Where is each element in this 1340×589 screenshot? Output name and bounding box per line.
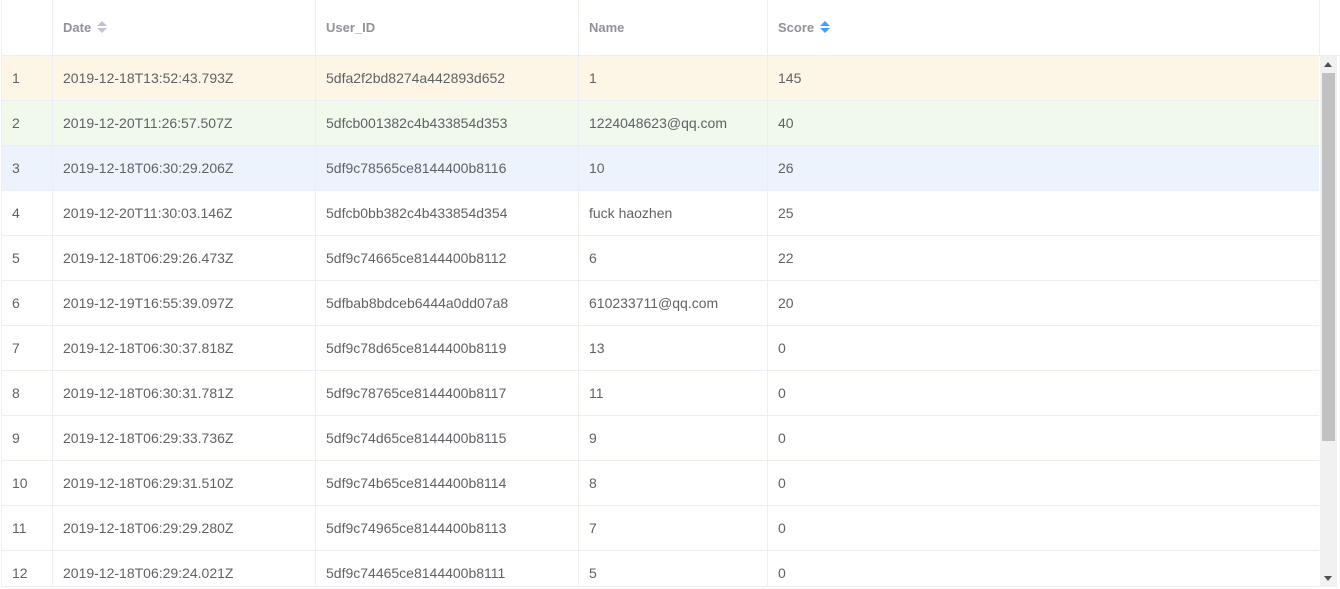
row-index: 11: [2, 506, 53, 550]
row-score: 20: [768, 281, 1319, 325]
row-user-id: 5df9c78d65ce8144400b8119: [316, 326, 579, 370]
row-name: 8: [579, 461, 768, 505]
row-score: 0: [768, 326, 1319, 370]
row-date: 2019-12-18T06:29:33.736Z: [53, 416, 316, 460]
row-name: 9: [579, 416, 768, 460]
row-index: 12: [2, 551, 53, 586]
row-name: 10: [579, 146, 768, 190]
row-name: 6: [579, 236, 768, 280]
row-date: 2019-12-18T06:30:37.818Z: [53, 326, 316, 370]
header-score[interactable]: Score: [768, 0, 1319, 55]
row-score: 0: [768, 506, 1319, 550]
row-user-id: 5dfcb001382c4b433854d353: [316, 101, 579, 145]
row-user-id: 5df9c78765ce8144400b8117: [316, 371, 579, 415]
table-row[interactable]: 7 2019-12-18T06:30:37.818Z 5df9c78d65ce814…: [2, 326, 1319, 371]
row-score: 0: [768, 551, 1319, 586]
row-index: 9: [2, 416, 53, 460]
row-name: 610233711@qq.com: [579, 281, 768, 325]
row-score: 0: [768, 416, 1319, 460]
scroll-up-arrow-icon[interactable]: [1324, 62, 1332, 67]
row-index: 5: [2, 236, 53, 280]
header-index: [2, 0, 53, 55]
table-row[interactable]: 9 2019-12-18T06:29:33.736Z 5df9c74d65ce814…: [2, 416, 1319, 461]
leaderboard-table: Date User_ID Name Score 1 2019-12-18T13:5…: [1, 0, 1319, 587]
table-row[interactable]: 1 2019-12-18T13:52:43.793Z 5dfa2f2bd8274a4…: [2, 56, 1319, 101]
row-date: 2019-12-20T11:26:57.507Z: [53, 101, 316, 145]
row-user-id: 5df9c74665ce8144400b8112: [316, 236, 579, 280]
header-date-label: Date: [63, 20, 92, 35]
row-score: 26: [768, 146, 1319, 190]
row-user-id: 5df9c74465ce8144400b8111: [316, 551, 579, 586]
table-row[interactable]: 3 2019-12-18T06:30:29.206Z 5df9c78565ce814…: [2, 146, 1319, 191]
row-score: 22: [768, 236, 1319, 280]
table-body: 1 2019-12-18T13:52:43.793Z 5dfa2f2bd8274a4…: [2, 56, 1319, 586]
header-date[interactable]: Date: [53, 0, 316, 55]
table-row[interactable]: 11 2019-12-18T06:29:29.280Z 5df9c74965ce81…: [2, 506, 1319, 551]
row-name: 1224048623@qq.com: [579, 101, 768, 145]
header-gutter: [1319, 0, 1340, 56]
row-index: 2: [2, 101, 53, 145]
table-row[interactable]: 2 2019-12-20T11:26:57.507Z 5dfcb001382c4b4…: [2, 101, 1319, 146]
row-index: 8: [2, 371, 53, 415]
table-row[interactable]: 12 2019-12-18T06:29:24.021Z 5df9c74465ce81…: [2, 551, 1319, 586]
row-user-id: 5df9c78565ce8144400b8116: [316, 146, 579, 190]
row-date: 2019-12-18T06:29:26.473Z: [53, 236, 316, 280]
row-name: 7: [579, 506, 768, 550]
row-date: 2019-12-20T11:30:03.146Z: [53, 191, 316, 235]
table-row[interactable]: 6 2019-12-19T16:55:39.097Z 5dfbab8bdceb644…: [2, 281, 1319, 326]
row-score: 25: [768, 191, 1319, 235]
row-user-id: 5dfa2f2bd8274a442893d652: [316, 56, 579, 100]
row-index: 10: [2, 461, 53, 505]
row-date: 2019-12-18T06:29:31.510Z: [53, 461, 316, 505]
row-user-id: 5dfcb0bb382c4b433854d354: [316, 191, 579, 235]
table-header: Date User_ID Name Score: [2, 0, 1319, 56]
header-score-label: Score: [778, 20, 815, 35]
row-name: 1: [579, 56, 768, 100]
row-date: 2019-12-19T16:55:39.097Z: [53, 281, 316, 325]
table-row[interactable]: 4 2019-12-20T11:30:03.146Z 5dfcb0bb382c4b4…: [2, 191, 1319, 236]
scroll-down-arrow-icon[interactable]: [1324, 576, 1332, 581]
header-name: Name: [579, 0, 768, 55]
header-user-id: User_ID: [316, 0, 579, 55]
row-name: 11: [579, 371, 768, 415]
row-score: 40: [768, 101, 1319, 145]
row-user-id: 5dfbab8bdceb6444a0dd07a8: [316, 281, 579, 325]
row-date: 2019-12-18T13:52:43.793Z: [53, 56, 316, 100]
table-row[interactable]: 5 2019-12-18T06:29:26.473Z 5df9c74665ce814…: [2, 236, 1319, 281]
sort-caret-icon[interactable]: [820, 20, 831, 34]
row-score: 0: [768, 461, 1319, 505]
row-user-id: 5df9c74b65ce8144400b8114: [316, 461, 579, 505]
row-user-id: 5df9c74965ce8144400b8113: [316, 506, 579, 550]
scroll-thumb[interactable]: [1322, 73, 1335, 441]
row-name: 5: [579, 551, 768, 586]
vertical-scrollbar[interactable]: [1320, 56, 1337, 587]
row-name: fuck haozhen: [579, 191, 768, 235]
row-index: 7: [2, 326, 53, 370]
row-date: 2019-12-18T06:29:29.280Z: [53, 506, 316, 550]
row-user-id: 5df9c74d65ce8144400b8115: [316, 416, 579, 460]
row-score: 0: [768, 371, 1319, 415]
sort-caret-icon[interactable]: [97, 20, 108, 34]
row-index: 6: [2, 281, 53, 325]
row-date: 2019-12-18T06:29:24.021Z: [53, 551, 316, 586]
row-name: 13: [579, 326, 768, 370]
row-date: 2019-12-18T06:30:31.781Z: [53, 371, 316, 415]
row-index: 1: [2, 56, 53, 100]
table-row[interactable]: 8 2019-12-18T06:30:31.781Z 5df9c78765ce814…: [2, 371, 1319, 416]
row-index: 3: [2, 146, 53, 190]
table-row[interactable]: 10 2019-12-18T06:29:31.510Z 5df9c74b65ce81…: [2, 461, 1319, 506]
row-date: 2019-12-18T06:30:29.206Z: [53, 146, 316, 190]
row-score: 145: [768, 56, 1319, 100]
row-index: 4: [2, 191, 53, 235]
